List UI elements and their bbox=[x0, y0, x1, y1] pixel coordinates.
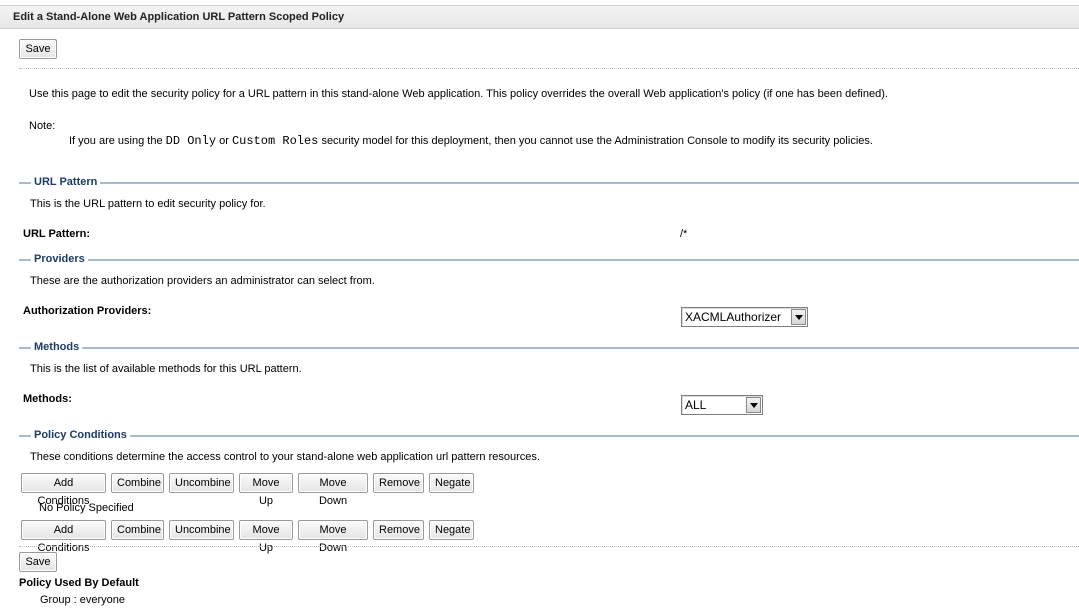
note-dd-only: DD Only bbox=[165, 134, 217, 148]
methods-value: ALL bbox=[685, 398, 707, 412]
negate-button[interactable]: Negate bbox=[429, 520, 474, 540]
chevron-down-icon[interactable] bbox=[746, 397, 761, 413]
chevron-down-icon[interactable] bbox=[791, 309, 806, 325]
methods-section-title: Methods bbox=[31, 341, 83, 353]
negate-button[interactable]: Negate bbox=[429, 473, 474, 493]
move-up-button[interactable]: Move Up bbox=[239, 473, 293, 507]
methods-select[interactable]: ALL bbox=[681, 395, 763, 415]
move-up-button[interactable]: Move Up bbox=[239, 520, 293, 554]
combine-button[interactable]: Combine bbox=[111, 520, 164, 540]
policy-conditions-section-rule bbox=[19, 435, 1079, 437]
move-down-button[interactable]: Move Down bbox=[298, 520, 368, 554]
uncombine-button[interactable]: Uncombine bbox=[169, 520, 234, 540]
methods-description: This is the list of available methods fo… bbox=[30, 363, 302, 375]
add-conditions-button[interactable]: Add Conditions bbox=[21, 520, 106, 554]
url-pattern-label: URL Pattern: bbox=[23, 228, 91, 240]
divider bbox=[19, 68, 1079, 69]
default-policy-value: Group : everyone bbox=[40, 594, 125, 606]
note-prefix: If you are using the bbox=[69, 135, 163, 147]
policy-conditions-section-title: Policy Conditions bbox=[31, 429, 130, 441]
uncombine-button[interactable]: Uncombine bbox=[169, 473, 234, 493]
save-button-bottom[interactable]: Save bbox=[19, 552, 57, 572]
providers-section-rule bbox=[19, 259, 1079, 261]
page-title: Edit a Stand-Alone Web Application URL P… bbox=[13, 11, 345, 23]
url-pattern-section-rule bbox=[19, 182, 1079, 184]
authorization-providers-label: Authorization Providers: bbox=[23, 305, 152, 317]
combine-button[interactable]: Combine bbox=[111, 473, 164, 493]
providers-description: These are the authorization providers an… bbox=[30, 275, 375, 287]
policy-conditions-description: These conditions determine the access co… bbox=[30, 451, 540, 463]
note-custom-roles: Custom Roles bbox=[231, 134, 319, 148]
no-policy-text: No Policy Specified bbox=[39, 502, 134, 514]
save-button-top[interactable]: Save bbox=[19, 39, 57, 59]
providers-section-title: Providers bbox=[31, 253, 88, 265]
move-down-button[interactable]: Move Down bbox=[298, 473, 368, 507]
note-text: If you are using the DD Only or Custom R… bbox=[69, 134, 873, 148]
divider bbox=[19, 546, 1079, 547]
authorization-providers-select[interactable]: XACMLAuthorizer bbox=[681, 307, 808, 327]
authorization-providers-value: XACMLAuthorizer bbox=[685, 310, 782, 324]
remove-button[interactable]: Remove bbox=[373, 473, 424, 493]
add-conditions-button[interactable]: Add Conditions bbox=[21, 473, 106, 507]
url-pattern-description: This is the URL pattern to edit security… bbox=[30, 198, 266, 210]
note-suffix: security model for this deployment, then… bbox=[321, 135, 873, 147]
note-label: Note: bbox=[29, 120, 56, 132]
note-or: or bbox=[219, 135, 229, 147]
url-pattern-section-title: URL Pattern bbox=[31, 176, 101, 188]
methods-label: Methods: bbox=[23, 393, 72, 405]
page-title-bar: Edit a Stand-Alone Web Application URL P… bbox=[0, 5, 1079, 29]
intro-text: Use this page to edit the security polic… bbox=[29, 88, 888, 100]
url-pattern-value: /* bbox=[680, 228, 688, 240]
default-policy-label: Policy Used By Default bbox=[19, 577, 139, 589]
methods-section-rule bbox=[19, 347, 1079, 349]
remove-button[interactable]: Remove bbox=[373, 520, 424, 540]
